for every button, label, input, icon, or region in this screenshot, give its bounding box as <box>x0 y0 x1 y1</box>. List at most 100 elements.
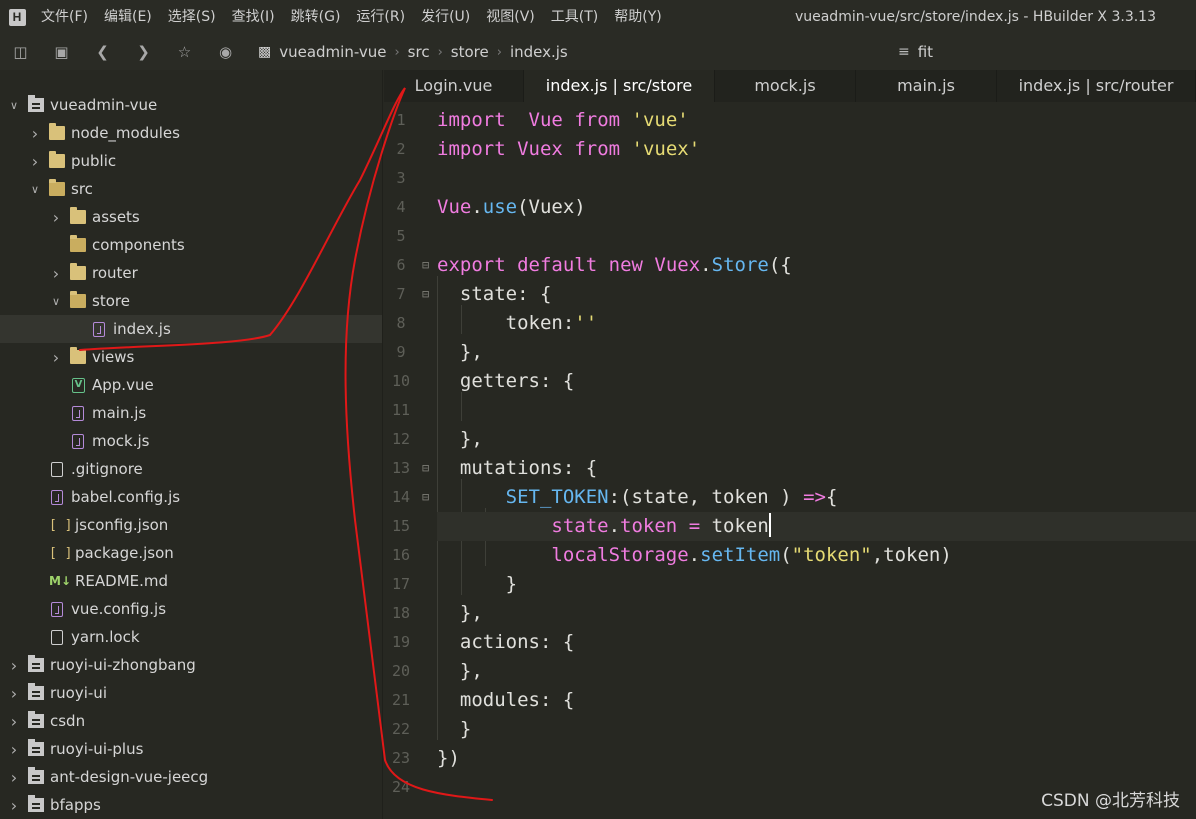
tree-item[interactable]: ›babel.config.js <box>0 483 382 511</box>
fold-toggle-icon[interactable]: ⊟ <box>422 251 429 280</box>
tree-item[interactable]: ›[ ]package.json <box>0 539 382 567</box>
breadcrumb-item[interactable]: store <box>451 43 489 61</box>
line-number: 15 <box>391 517 411 535</box>
menu-item[interactable]: 运行(R) <box>349 0 411 34</box>
search-input[interactable]: fit <box>918 43 933 61</box>
chevron-right-icon[interactable]: › <box>50 348 62 367</box>
code-line: 11 <box>384 396 1196 425</box>
tree-item[interactable]: ›.gitignore <box>0 455 382 483</box>
code-editor[interactable]: 1 import Vue from 'vue' 2 import Vuex from … <box>384 102 1196 819</box>
tree-item[interactable]: ›M↓README.md <box>0 567 382 595</box>
breadcrumb-item[interactable]: src <box>408 43 430 61</box>
tree-item[interactable]: › public <box>0 147 382 175</box>
tree-item[interactable]: › ruoyi-ui-plus <box>0 735 382 763</box>
tree-item[interactable]: › ruoyi-ui-zhongbang <box>0 651 382 679</box>
menu-item[interactable]: 视图(V) <box>479 0 541 34</box>
menu-item[interactable]: 查找(I) <box>225 0 281 34</box>
chevron-right-icon[interactable]: › <box>50 208 62 227</box>
chevron-down-icon[interactable]: ∨ <box>8 99 20 112</box>
code-token: import <box>437 109 506 131</box>
chevron-right-icon[interactable]: › <box>8 684 20 703</box>
code-token: state <box>551 515 609 537</box>
forward-icon[interactable]: ❯ <box>123 34 164 70</box>
menu-item[interactable]: 发行(U) <box>414 0 476 34</box>
chevron-right-icon[interactable]: › <box>8 768 20 787</box>
line-number: 19 <box>391 633 411 651</box>
tree-item[interactable]: ›yarn.lock <box>0 623 382 651</box>
chevron-right-icon[interactable]: › <box>29 152 41 171</box>
editor-tab[interactable]: index.js | src/store <box>524 70 715 102</box>
menu-item[interactable]: 编辑(E) <box>97 0 158 34</box>
tree-item[interactable]: › router <box>0 259 382 287</box>
tree-item[interactable]: ›mock.js <box>0 427 382 455</box>
menu-item[interactable]: 文件(F) <box>34 0 94 34</box>
code-text: } <box>437 570 517 599</box>
editor-tab[interactable]: main.js <box>856 70 997 102</box>
chevron-right-icon[interactable]: › <box>8 656 20 675</box>
tree-item[interactable]: ›vue.config.js <box>0 595 382 623</box>
tree-item[interactable]: › node_modules <box>0 119 382 147</box>
code-text: import Vuex from 'vuex' <box>437 135 700 164</box>
menu-item[interactable]: 工具(T) <box>544 0 604 34</box>
chevron-down-icon[interactable]: ∨ <box>29 183 41 196</box>
chevron-right-icon[interactable]: › <box>50 264 62 283</box>
back-icon[interactable]: ❮ <box>82 34 123 70</box>
search-box[interactable]: ≡ fit <box>898 39 1188 65</box>
chevron-right-icon[interactable]: › <box>29 124 41 143</box>
chevron-right-icon[interactable]: › <box>8 712 20 731</box>
tree-item[interactable]: ›components <box>0 231 382 259</box>
code-token: ( <box>780 544 792 566</box>
tree-item[interactable]: › ant-design-vue-jeecg <box>0 763 382 791</box>
folder-icon <box>70 263 86 280</box>
code-token: token <box>700 515 769 537</box>
code-line: 10 getters: { <box>384 367 1196 396</box>
code-line: 18 }, <box>384 599 1196 628</box>
tree-item[interactable]: ∨ store <box>0 287 382 315</box>
chevron-right-icon[interactable]: › <box>8 796 20 815</box>
menu-item[interactable]: 选择(S) <box>161 0 222 34</box>
new-file-icon[interactable]: ◫ <box>0 34 41 70</box>
tree-item[interactable]: ›VApp.vue <box>0 371 382 399</box>
menu-list: 文件(F) 编辑(E) 选择(S) 查找(I) 跳转(G) 运行(R) 发行(U) 视图(V)… <box>34 0 671 34</box>
breadcrumb-separator-icon: › <box>394 44 400 60</box>
tree-item-label: csdn <box>50 712 86 730</box>
editor-tab[interactable]: mock.js <box>715 70 856 102</box>
tree-item[interactable]: ∨ vueadmin-vue <box>0 91 382 119</box>
tree-item[interactable]: ›main.js <box>0 399 382 427</box>
breadcrumb-item[interactable]: index.js <box>510 43 568 61</box>
star-icon[interactable]: ☆ <box>164 34 205 70</box>
fold-toggle-icon[interactable]: ⊟ <box>422 280 429 309</box>
fold-toggle-icon[interactable]: ⊟ <box>422 483 429 512</box>
code-token: Vue <box>437 196 472 218</box>
code-token: from <box>574 109 621 131</box>
fold-toggle-icon[interactable]: ⊟ <box>422 454 429 483</box>
save-icon[interactable]: ▣ <box>41 34 82 70</box>
tree-item[interactable]: › ruoyi-ui <box>0 679 382 707</box>
tree-item[interactable]: › assets <box>0 203 382 231</box>
editor-tab[interactable]: index.js | src/router <box>997 70 1196 102</box>
line-number: 11 <box>391 401 411 419</box>
tree-item[interactable]: ∨ src <box>0 175 382 203</box>
chevron-down-icon[interactable]: ∨ <box>50 295 62 308</box>
chevron-right-icon[interactable]: › <box>8 740 20 759</box>
tree-item[interactable]: › csdn <box>0 707 382 735</box>
breadcrumb-item[interactable]: vueadmin-vue <box>279 43 386 61</box>
tree-item-label: bfapps <box>50 796 101 814</box>
code-text: state: { <box>437 280 552 309</box>
editor-tab[interactable]: Login.vue <box>384 70 524 102</box>
line-number: 1 <box>396 111 406 129</box>
code-token: = <box>688 515 701 537</box>
code-line: 9 }, <box>384 338 1196 367</box>
tree-item[interactable]: › bfapps <box>0 791 382 819</box>
code-text: }, <box>437 425 483 454</box>
tree-item[interactable]: ›index.js <box>0 315 382 343</box>
tree-item[interactable]: › views <box>0 343 382 371</box>
code-text: }, <box>437 657 483 686</box>
tree-item[interactable]: ›[ ]jsconfig.json <box>0 511 382 539</box>
menu-item[interactable]: 帮助(Y) <box>607 0 667 34</box>
code-line: 12 }, <box>384 425 1196 454</box>
run-icon[interactable]: ◉ <box>205 34 246 70</box>
menu-item[interactable]: 跳转(G) <box>284 0 347 34</box>
